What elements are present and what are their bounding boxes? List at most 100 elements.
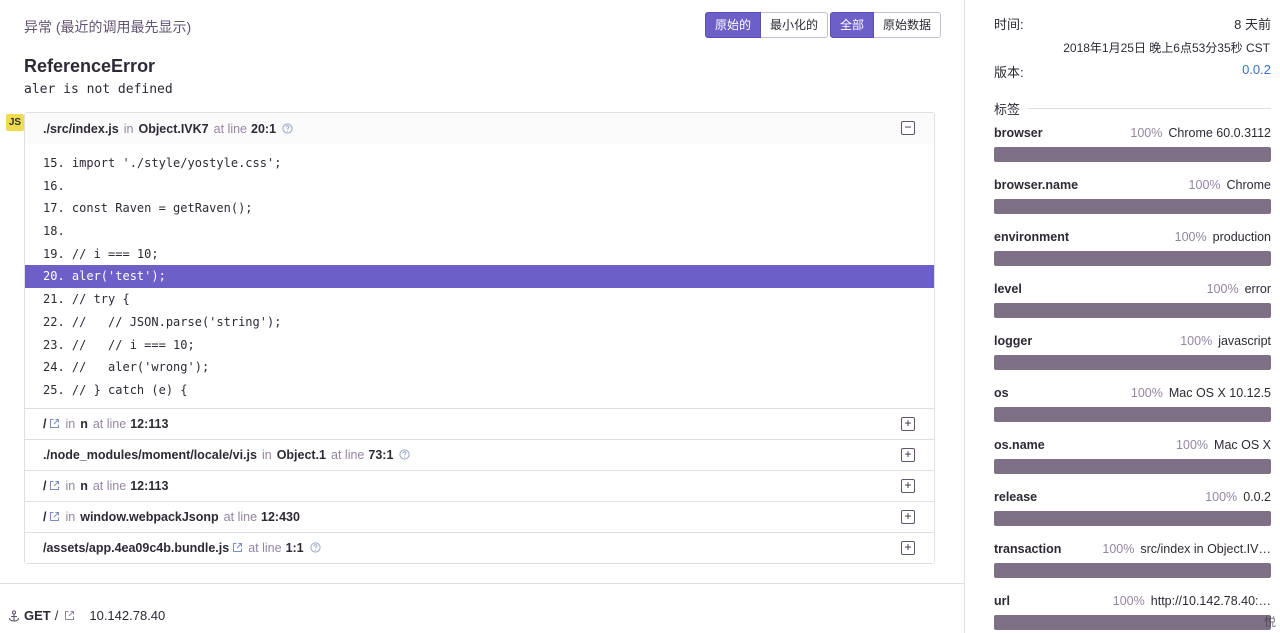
tag-distribution-bar[interactable] [994, 459, 1271, 474]
stack-frame-header[interactable]: / in n at line 12:113 + [25, 469, 934, 501]
frame-lineno: 12:430 [261, 509, 300, 524]
tag-distribution-bar[interactable] [994, 563, 1271, 578]
expand-frame-button[interactable]: + [901, 478, 915, 493]
tag-value: Mac OS X [1214, 438, 1271, 452]
code-line-active: 20. aler('test'); [25, 265, 934, 289]
external-link-icon[interactable] [232, 542, 243, 553]
tag-value: src/index in Object.IV… [1140, 542, 1271, 556]
frame-at-line-label: at line [248, 540, 282, 555]
help-icon[interactable] [310, 542, 321, 553]
tag-distribution-bar[interactable] [994, 303, 1271, 318]
tag-key: level [994, 282, 1022, 296]
anchor-icon [8, 609, 20, 622]
frame-in-label: in [123, 121, 134, 136]
frame-filename: /assets/app.4ea09c4b.bundle.js [43, 540, 230, 555]
tag-key: logger [994, 334, 1033, 348]
tag-top-value: 100% Mac OS X [1176, 438, 1271, 452]
tag-percent: 100% [1130, 386, 1163, 400]
all-frames-button[interactable]: 全部 [830, 12, 875, 38]
stacktrace-frames: ./src/index.js in Object.IVK7 at line 20:1 − 1… [24, 112, 935, 564]
tag-percent: 100% [1180, 334, 1213, 348]
version-row: 版本: 0.0.2 [994, 62, 1271, 81]
minified-button[interactable]: 最小化的 [761, 12, 829, 38]
exception-header-note: (最近的调用最先显示) [55, 19, 192, 35]
stack-frame: / in n at line 12:113 + [25, 469, 934, 501]
tag-distribution-bar[interactable] [994, 407, 1271, 422]
stack-frame-header[interactable]: / in n at line 12:113 + [25, 407, 934, 439]
tag-row-level[interactable]: level 100% error [994, 282, 1271, 322]
frame-in-label: in [65, 416, 76, 431]
tag-row-browser-name[interactable]: browser.name 100% Chrome [994, 178, 1271, 218]
raw-data-button[interactable]: 原始数据 [874, 12, 942, 38]
tag-top-value: 100% javascript [1180, 334, 1271, 348]
tag-row-os[interactable]: os 100% Mac OS X 10.12.5 [994, 386, 1271, 426]
exception-header: 异常 (最近的调用最先显示) [24, 17, 191, 37]
frame-lineno: 12:113 [130, 416, 169, 431]
tag-key: browser.name [994, 178, 1079, 192]
external-link-icon[interactable] [49, 418, 60, 429]
exception-value: aler is not defined [24, 82, 173, 97]
tag-top-value: 100% http://10.142.78.40:… [1113, 594, 1271, 608]
stack-frame-header[interactable]: /assets/app.4ea09c4b.bundle.js at line 1:1… [25, 531, 934, 563]
tags-title: 标签 [994, 99, 1271, 118]
tag-percent: 100% [1102, 542, 1135, 556]
tag-distribution-bar[interactable] [994, 615, 1271, 630]
tag-key: release [994, 490, 1038, 504]
frame-filename: / [43, 509, 47, 524]
code-line: 18. [43, 224, 65, 239]
stack-frame-header[interactable]: ./src/index.js in Object.IVK7 at line 20:1 − [25, 113, 934, 144]
collapse-frame-button[interactable]: − [901, 121, 915, 135]
tag-distribution-bar[interactable] [994, 511, 1271, 526]
frame-at-line-label: at line [92, 416, 127, 431]
tag-row-transaction[interactable]: transaction 100% src/index in Object.IV… [994, 542, 1271, 582]
tag-top-value: 100% error [1207, 282, 1271, 296]
expand-frame-button[interactable]: + [901, 416, 915, 431]
external-link-icon[interactable] [49, 480, 60, 491]
tag-key: os.name [994, 438, 1045, 452]
tag-key: browser [994, 126, 1043, 140]
tag-percent: 100% [1174, 230, 1207, 244]
tags-title-text: 标签 [994, 102, 1021, 117]
frame-function: n [80, 416, 88, 431]
external-link-icon[interactable] [49, 511, 60, 522]
frame-filename: ./src/index.js [43, 121, 119, 136]
tag-distribution-bar[interactable] [994, 199, 1271, 214]
tag-row-logger[interactable]: logger 100% javascript [994, 334, 1271, 374]
stack-frame-header[interactable]: / in window.webpackJsonp at line 12:430 + [25, 500, 934, 532]
time-row: 时间: 8 天前 [994, 14, 1271, 33]
frame-code-context: 15. import './style/yostyle.css'; 16. 17. … [25, 144, 934, 408]
stack-frame: /assets/app.4ea09c4b.bundle.js at line 1:1… [25, 531, 934, 563]
external-link-icon[interactable] [64, 610, 75, 621]
help-icon[interactable] [399, 449, 411, 460]
frame-in-label: in [65, 478, 76, 493]
tag-value: Chrome [1226, 178, 1271, 192]
help-icon[interactable] [282, 123, 293, 134]
tag-distribution-bar[interactable] [994, 355, 1271, 370]
exception-header-title: 异常 [24, 19, 52, 35]
frame-in-label: in [261, 447, 272, 462]
expand-frame-button[interactable]: + [901, 540, 915, 555]
version-link[interactable]: 0.0.2 [1242, 62, 1271, 77]
tag-row-browser[interactable]: browser 100% Chrome 60.0.3112 [994, 126, 1271, 166]
event-main-panel: 异常 (最近的调用最先显示) 原始的 最小化的 全部 原始数据 Referenc… [0, 0, 964, 633]
time-full: 2018年1月25日 晚上6点53分35秒 CST [1063, 41, 1270, 55]
tag-row-url[interactable]: url 100% http://10.142.78.40:… [994, 594, 1271, 633]
tag-key: transaction [994, 542, 1062, 556]
tag-row-os-name[interactable]: os.name 100% Mac OS X [994, 438, 1271, 478]
expand-frame-button[interactable]: + [901, 509, 915, 524]
tag-top-value: 100% src/index in Object.IV… [1102, 542, 1271, 556]
tag-distribution-bar[interactable] [994, 251, 1271, 266]
original-button[interactable]: 原始的 [705, 12, 762, 38]
tag-top-value: 100% 0.0.2 [1205, 490, 1271, 504]
tag-distribution-bar[interactable] [994, 147, 1271, 162]
frame-filename: / [43, 478, 47, 493]
expand-frame-button[interactable]: + [901, 447, 915, 462]
section-divider [0, 583, 964, 584]
tag-percent: 100% [1206, 282, 1239, 296]
tag-row-release[interactable]: release 100% 0.0.2 [994, 490, 1271, 530]
tag-row-environment[interactable]: environment 100% production [994, 230, 1271, 270]
tag-top-value: 100% Chrome 60.0.3112 [1130, 126, 1271, 140]
tag-value: production [1212, 230, 1271, 244]
tag-key: os [994, 386, 1009, 400]
stack-frame-header[interactable]: ./node_modules/moment/locale/vi.js in Obje… [25, 438, 934, 470]
